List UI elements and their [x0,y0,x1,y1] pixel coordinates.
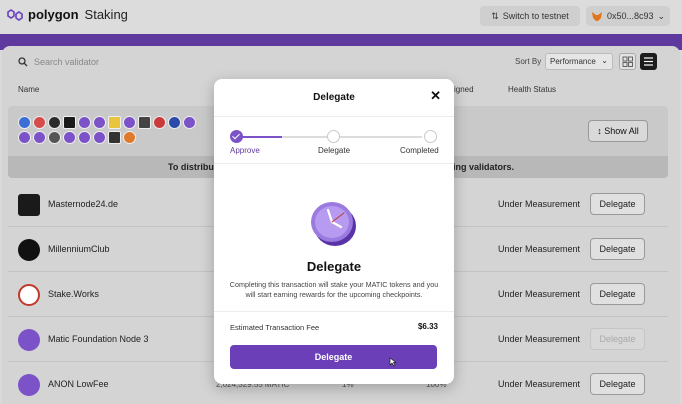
wallet-address: 0x50...8c93 [606,11,654,21]
chevron-down-icon: ⌄ [601,56,608,65]
validator-icon[interactable] [63,131,76,144]
progress-line-complete [242,136,282,138]
expand-icon: ↕ [597,126,602,136]
delegate-button[interactable]: Delegate [590,283,645,305]
validator-icon[interactable] [33,131,46,144]
sort-value: Performance [550,57,596,66]
switch-network-label: Switch to testnet [502,11,569,21]
column-header-assigned[interactable]: igned [454,85,474,94]
top-bar: polygon Staking ⇅ Switch to testnet 0x50… [0,0,682,34]
validator-icon[interactable] [78,116,91,129]
list-view-button[interactable] [640,53,657,70]
validator-avatar [18,284,40,306]
validator-icon[interactable] [123,131,136,144]
validator-name: Matic Foundation Node 3 [48,334,149,344]
validator-name: Masternode24.de [48,199,119,209]
switch-network-button[interactable]: ⇅ Switch to testnet [480,6,580,26]
divider [214,116,454,117]
health-status: Under Measurement [498,289,581,299]
step-label-completed: Completed [400,146,439,155]
validator-icon[interactable] [48,116,61,129]
health-status: Under Measurement [498,244,581,254]
validator-icon[interactable] [33,116,46,129]
validator-icon[interactable] [108,131,121,144]
show-all-button[interactable]: ↕ Show All [588,120,648,142]
validator-icon[interactable] [63,116,76,129]
polygon-logo[interactable]: polygon Staking [6,7,128,22]
modal-title: Delegate [313,92,355,103]
delegate-button[interactable]: Delegate [590,238,645,260]
validator-icon[interactable] [183,116,196,129]
sort-select[interactable]: Performance ⌄ [545,53,613,70]
search-icon [18,57,28,67]
validator-icon[interactable] [108,116,121,129]
step-label-approve: Approve [230,146,260,155]
validator-icon[interactable] [153,116,166,129]
delegate-button[interactable]: Delegate [590,328,645,350]
validator-icon[interactable] [18,116,31,129]
modal-description: Completing this transaction will stake y… [229,280,439,299]
validator-avatar [18,329,40,351]
divider [214,311,454,312]
validator-name: ANON LowFee [48,379,109,389]
chevron-down-icon: ⌄ [657,10,666,21]
brand-name: polygon [28,7,79,22]
delegate-button[interactable]: Delegate [590,193,645,215]
health-status: Under Measurement [498,199,581,209]
validator-avatar [18,374,40,396]
list-icon [644,57,653,66]
validator-icon[interactable] [93,131,106,144]
validator-icon[interactable] [138,116,151,129]
validator-avatar [18,239,40,261]
fee-value: $6.33 [417,322,438,331]
health-status: Under Measurement [498,379,581,389]
divider [214,163,454,164]
wallet-button[interactable]: 0x50...8c93 ⌄ [586,6,670,26]
validator-icon[interactable] [48,131,61,144]
step-label-delegate: Delegate [318,146,351,155]
metamask-fox-icon [591,11,602,21]
validator-avatar [18,194,40,216]
sort-by-label: Sort By [515,57,542,66]
validator-icon[interactable] [78,131,91,144]
delegate-button[interactable]: Delegate [590,373,645,395]
delegate-confirm-button[interactable]: Delegate [230,345,437,369]
validator-icon[interactable] [93,116,106,129]
column-header-name[interactable]: Name [18,85,39,94]
banner-text-right: ing validators. [453,162,515,172]
validator-icon[interactable] [18,131,31,144]
step-delegate-dot [327,130,340,143]
grid-icon [622,56,633,67]
product-name: Staking [84,7,128,22]
validator-icon[interactable] [123,116,136,129]
featured-validator-icons [18,116,198,144]
step-completed-dot [424,130,437,143]
polygon-logo-icon [7,8,23,21]
show-all-label: Show All [604,126,639,136]
column-header-health[interactable]: Health Status [508,85,556,94]
progress-line [282,136,422,138]
grid-view-button[interactable] [619,53,636,70]
clock-icon [311,202,356,246]
close-icon[interactable]: ✕ [430,88,441,104]
pointer-cursor-icon [389,357,397,367]
search-placeholder: Search validator [34,57,100,67]
validator-name: MillenniumClub [48,244,110,254]
validator-icon[interactable] [168,116,181,129]
delegate-modal: Delegate ✕ Approve Delegate Completed De… [214,79,454,384]
modal-heading: Delegate [306,259,362,274]
fee-label: Estimated Transaction Fee [230,323,320,332]
swap-icon: ⇅ [491,10,499,21]
health-status: Under Measurement [498,334,581,344]
validator-name: Stake.Works [48,289,99,299]
step-approve-check [230,130,243,143]
search-input[interactable]: Search validator [12,50,422,74]
